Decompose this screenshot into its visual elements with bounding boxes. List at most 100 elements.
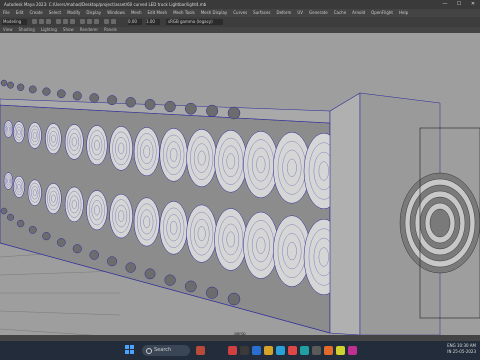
- led-reflector: [86, 190, 108, 231]
- window-controls: — ☐ ✕: [438, 0, 480, 9]
- mount-bolt: [89, 250, 99, 260]
- mount-bolt: [0, 207, 8, 215]
- mount-bolt: [144, 268, 156, 280]
- ipr-render-icon[interactable]: [111, 19, 116, 24]
- led-reflector: [27, 122, 42, 149]
- taskbar: Search ENG 10:30 AM IN 25-05-2023: [0, 341, 480, 360]
- colorspace-dropdown[interactable]: sRGB gamma (legacy): [166, 19, 223, 25]
- led-reflector: [186, 129, 217, 188]
- menu-item[interactable]: OpenFlight: [368, 9, 396, 17]
- gamma-field[interactable]: 1.00: [146, 19, 160, 25]
- mount-bolt: [164, 274, 176, 286]
- mount-bolt: [28, 85, 37, 94]
- menu-set-selector[interactable]: Modeling: [2, 19, 27, 25]
- edge-icon[interactable]: [276, 346, 285, 355]
- menu-item[interactable]: Generate: [306, 9, 331, 17]
- mount-bolt: [56, 238, 66, 247]
- mount-bolt: [72, 91, 82, 101]
- led-reflector: [13, 121, 25, 144]
- new-scene-icon[interactable]: [32, 19, 37, 24]
- led-reflector: [186, 204, 217, 263]
- menu-item[interactable]: UV: [294, 9, 306, 17]
- taskbar-app-icon[interactable]: [348, 346, 357, 355]
- taskbar-app-icon[interactable]: [324, 346, 333, 355]
- snap-point-icon[interactable]: [94, 19, 99, 24]
- chrome-icon[interactable]: [336, 346, 345, 355]
- menu-item[interactable]: Curves: [230, 9, 250, 17]
- led-reflector: [45, 123, 62, 155]
- mount-bolt: [28, 225, 37, 234]
- led-reflector: [159, 201, 188, 255]
- led-reflector: [3, 172, 14, 190]
- led-reflector: [243, 211, 279, 279]
- taskbar-app-icon[interactable]: [196, 346, 205, 355]
- select-hierarchy-icon[interactable]: [56, 19, 61, 24]
- menu-item[interactable]: Help: [396, 9, 411, 17]
- grid-line: [0, 310, 121, 316]
- render-icon[interactable]: [104, 19, 109, 24]
- tray-language[interactable]: ENG: [447, 343, 456, 348]
- close-button[interactable]: ✕: [466, 0, 480, 9]
- main-menubar: File Edit Create Select Modify Display Windows…: [0, 9, 480, 17]
- tray-date[interactable]: 25-05-2023: [453, 349, 476, 354]
- mount-bolt: [16, 219, 25, 228]
- snap-grid-icon[interactable]: [80, 19, 85, 24]
- taskbar-app-icon[interactable]: [312, 346, 321, 355]
- menu-item[interactable]: Modify: [64, 9, 83, 17]
- taskbar-app-icon[interactable]: [252, 346, 261, 355]
- maya-icon[interactable]: [300, 346, 309, 355]
- system-tray: ENG 10:30 AM IN 25-05-2023: [447, 343, 476, 355]
- minimize-button[interactable]: —: [438, 0, 452, 9]
- mount-bolt: [125, 262, 136, 273]
- taskbar-search[interactable]: Search: [142, 345, 190, 356]
- taskbar-app-icon[interactable]: [288, 346, 297, 355]
- grid-line: [0, 270, 121, 276]
- mount-bolt: [89, 93, 99, 103]
- menu-item[interactable]: Surfaces: [250, 9, 273, 17]
- search-placeholder: Search: [154, 347, 172, 353]
- menu-item[interactable]: Mesh Display: [198, 9, 231, 17]
- mount-bolt: [107, 256, 118, 267]
- menu-item[interactable]: Create: [26, 9, 45, 17]
- menu-item[interactable]: File: [0, 9, 13, 17]
- mount-bolt: [42, 87, 51, 96]
- led-reflector: [214, 130, 248, 193]
- save-scene-icon[interactable]: [46, 19, 51, 24]
- select-object-icon[interactable]: [63, 19, 68, 24]
- led-reflector: [3, 120, 14, 138]
- start-button[interactable]: [125, 345, 135, 355]
- menu-item[interactable]: Mesh Tools: [170, 9, 198, 17]
- mount-bolt: [42, 232, 51, 241]
- mount-bolt: [72, 244, 82, 254]
- mount-bolt: [7, 81, 14, 89]
- exposure-field[interactable]: 0.00: [128, 19, 142, 25]
- menu-item[interactable]: Select: [46, 9, 64, 17]
- menu-item[interactable]: Edit: [13, 9, 27, 17]
- perspective-viewport[interactable]: persp: [0, 33, 480, 335]
- mount-bolt: [0, 79, 8, 87]
- led-reflector: [214, 208, 248, 271]
- snap-curve-icon[interactable]: [87, 19, 92, 24]
- led-reflector: [64, 124, 84, 160]
- open-scene-icon[interactable]: [39, 19, 44, 24]
- led-reflector: [243, 131, 279, 199]
- mount-bolt: [107, 95, 118, 106]
- menu-item[interactable]: Windows: [104, 9, 128, 17]
- menu-item[interactable]: Display: [83, 9, 104, 17]
- taskbar-app-icon[interactable]: [228, 346, 237, 355]
- file-explorer-icon[interactable]: [264, 346, 273, 355]
- select-component-icon[interactable]: [70, 19, 75, 24]
- menu-item[interactable]: Edit Mesh: [145, 9, 171, 17]
- search-icon: [146, 348, 152, 354]
- menu-item[interactable]: Arnold: [349, 9, 368, 17]
- menu-item[interactable]: Deform: [273, 9, 294, 17]
- menu-item[interactable]: Cache: [331, 9, 349, 17]
- led-reflector: [13, 175, 25, 198]
- menu-item[interactable]: Mesh: [128, 9, 145, 17]
- mount-bolt: [125, 97, 136, 108]
- tray-time[interactable]: 10:30 AM: [457, 343, 476, 348]
- taskbar-app-icon[interactable]: [240, 346, 249, 355]
- led-reflector: [133, 127, 160, 177]
- maximize-button[interactable]: ☐: [452, 0, 466, 9]
- led-reflector: [64, 186, 84, 223]
